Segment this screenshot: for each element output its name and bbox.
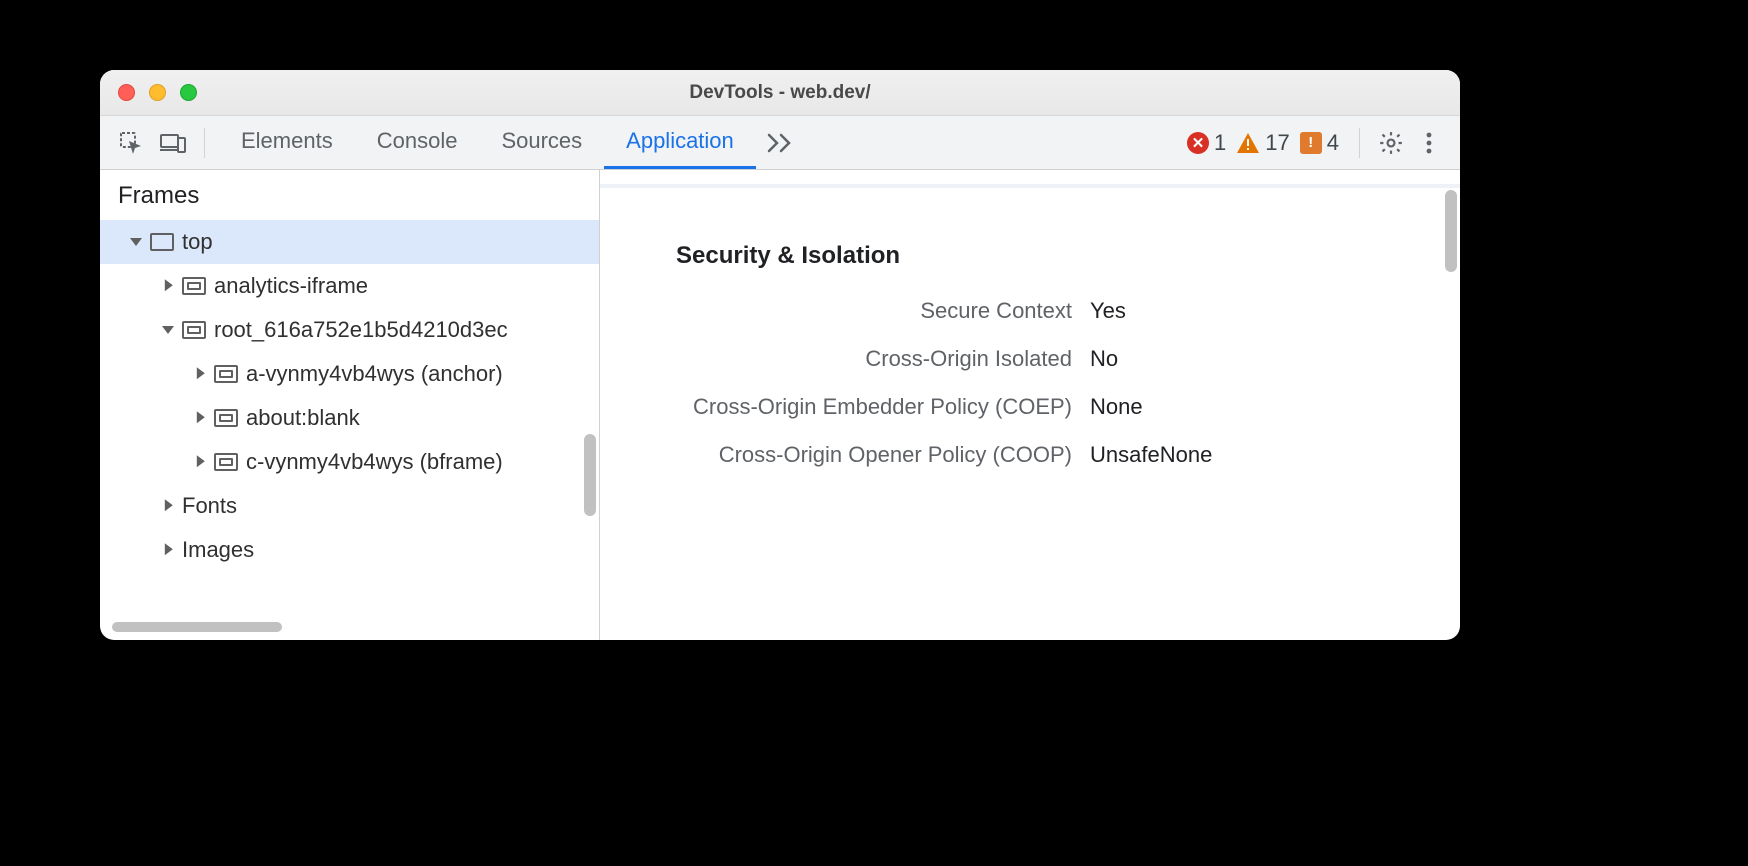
chevron-down-icon[interactable] [130,238,142,246]
detail-value: UnsafeNone [1090,442,1212,468]
tree-label: Images [182,537,254,563]
status-counters: ✕ 1 17 ! 4 [1187,130,1339,156]
detail-row: Secure ContextYes [620,298,1416,324]
tree-label: Fonts [182,493,237,519]
frames-sidebar: Frames topanalytics-iframe root_616a752e1… [100,170,600,640]
tree-label: root_616a752e1b5d4210d3ec [214,317,508,343]
sidebar-vscrollbar[interactable] [584,434,596,516]
tree-label: c-vynmy4vb4wys (bframe) [246,449,503,475]
tree-label: about:blank [246,405,360,431]
chevron-right-icon[interactable] [197,411,205,423]
iframe-icon [214,365,238,383]
tree-row[interactable]: top [100,220,599,264]
tree-row[interactable]: root_616a752e1b5d4210d3ec [100,308,599,352]
traffic-lights [118,84,197,101]
sidebar-title: Frames [100,170,599,220]
chevron-right-icon[interactable] [197,367,205,379]
tree-row[interactable]: Images [100,528,599,572]
tab-application[interactable]: Application [604,116,756,169]
tab-sources[interactable]: Sources [479,116,604,169]
tab-elements[interactable]: Elements [219,116,355,169]
zoom-window-button[interactable] [180,84,197,101]
main-toolbar: ElementsConsoleSourcesApplication ✕ 1 17… [100,116,1460,170]
tree-label: a-vynmy4vb4wys (anchor) [246,361,503,387]
settings-gear-icon[interactable] [1374,126,1408,160]
iframe-icon [182,321,206,339]
detail-value: No [1090,346,1118,372]
detail-key: Cross-Origin Embedder Policy (COEP) [620,394,1090,420]
tree-row[interactable]: a-vynmy4vb4wys (anchor) [100,352,599,396]
tabs: ElementsConsoleSourcesApplication [219,116,756,169]
close-window-button[interactable] [118,84,135,101]
content-area: Frames topanalytics-iframe root_616a752e1… [100,170,1460,640]
detail-key: Cross-Origin Opener Policy (COOP) [620,442,1090,468]
detail-key: Secure Context [620,298,1090,324]
frame-icon [150,233,174,251]
iframe-icon [214,453,238,471]
inspect-element-icon[interactable] [114,126,148,160]
devtools-window: DevTools - web.dev/ ElementsConsoleSourc… [100,70,1460,640]
error-icon: ✕ [1187,132,1209,154]
chevron-right-icon[interactable] [165,499,173,511]
chevron-right-icon[interactable] [165,543,173,555]
window-title: DevTools - web.dev/ [100,82,1460,104]
tree-row[interactable]: Fonts [100,484,599,528]
issues-count: 4 [1327,130,1339,156]
warning-count: 17 [1265,130,1289,156]
iframe-icon [182,277,206,295]
tree-row[interactable]: c-vynmy4vb4wys (bframe) [100,440,599,484]
tab-console[interactable]: Console [355,116,480,169]
tree-label: top [182,229,213,255]
section-title: Security & Isolation [676,242,1416,270]
chevron-right-icon[interactable] [165,279,173,291]
detail-row: Cross-Origin Embedder Policy (COEP)None [620,394,1416,420]
tree-label: analytics-iframe [214,273,368,299]
issues-icon: ! [1300,132,1322,154]
chevron-right-icon[interactable] [197,455,205,467]
detail-row: Cross-Origin IsolatedNo [620,346,1416,372]
iframe-icon [214,409,238,427]
titlebar: DevTools - web.dev/ [100,70,1460,116]
more-tabs-button[interactable] [756,133,806,153]
device-toolbar-icon[interactable] [156,126,190,160]
chevron-down-icon[interactable] [162,326,174,334]
warning-counter[interactable]: 17 [1236,130,1289,156]
kebab-menu-icon[interactable] [1412,126,1446,160]
frame-details-panel: Security & Isolation Secure ContextYesCr… [600,170,1460,640]
warning-icon [1236,132,1260,154]
toolbar-separator [1359,128,1360,158]
frames-tree: topanalytics-iframe root_616a752e1b5d4210… [100,220,599,622]
tree-row[interactable]: about:blank [100,396,599,440]
details-vscrollbar[interactable] [1445,190,1457,272]
sidebar-hscrollbar[interactable] [100,620,599,634]
detail-value: None [1090,394,1143,420]
tree-row[interactable]: analytics-iframe [100,264,599,308]
detail-value: Yes [1090,298,1126,324]
issues-counter[interactable]: ! 4 [1300,130,1339,156]
detail-row: Cross-Origin Opener Policy (COOP)UnsafeN… [620,442,1416,468]
error-counter[interactable]: ✕ 1 [1187,130,1226,156]
error-count: 1 [1214,130,1226,156]
toolbar-separator [204,128,205,158]
detail-key: Cross-Origin Isolated [620,346,1090,372]
minimize-window-button[interactable] [149,84,166,101]
